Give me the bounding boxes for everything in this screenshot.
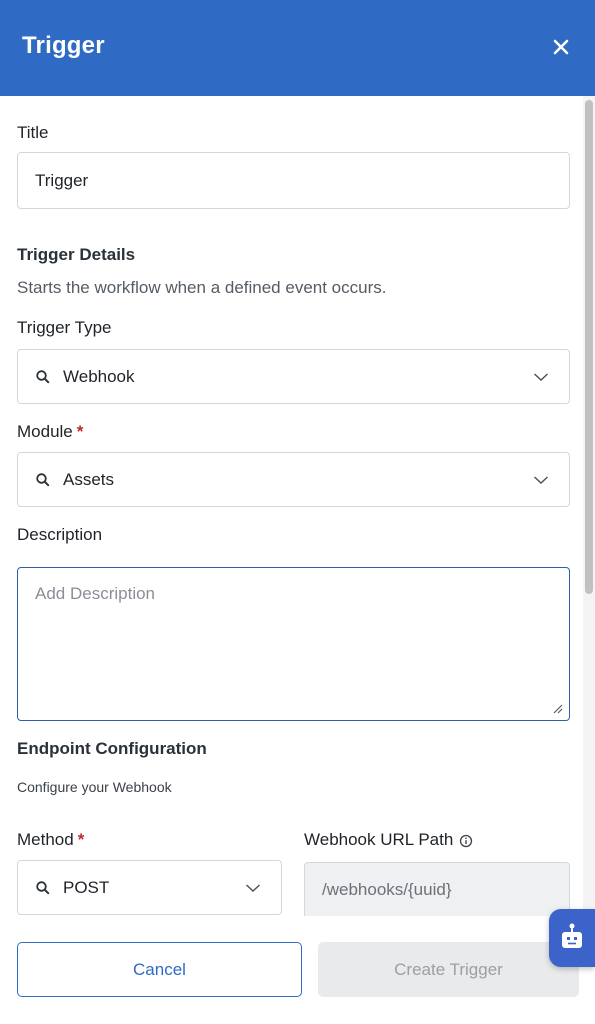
panel-header: Trigger <box>0 0 595 96</box>
scrollbar-thumb[interactable] <box>585 100 593 594</box>
trigger-type-select[interactable]: Webhook <box>17 349 570 404</box>
webhook-url-path-value: /webhooks/{uuid} <box>322 879 452 899</box>
scrollbar[interactable] <box>583 96 595 916</box>
title-input-value: Trigger <box>35 170 89 190</box>
trigger-type-value: Webhook <box>63 366 135 386</box>
create-trigger-button[interactable]: Create Trigger <box>318 942 579 997</box>
module-value: Assets <box>63 469 115 489</box>
description-label: Description <box>17 525 103 544</box>
method-label: Method * <box>17 830 84 850</box>
required-marker: * <box>76 422 84 441</box>
webhook-url-path-label: Webhook URL Path <box>304 830 473 850</box>
endpoint-config-helper: Configure your Webhook <box>17 779 172 795</box>
search-icon <box>35 472 51 488</box>
description-textarea[interactable]: Add Description <box>17 567 570 721</box>
search-icon <box>35 369 51 385</box>
required-marker: * <box>77 830 85 849</box>
panel-title: Trigger <box>22 32 105 59</box>
cancel-button[interactable]: Cancel <box>17 942 302 997</box>
webhook-url-path-field: /webhooks/{uuid} <box>304 862 570 916</box>
panel-footer: Cancel Create Trigger <box>0 916 595 1024</box>
chevron-down-icon <box>533 372 549 382</box>
search-icon <box>35 880 51 896</box>
trigger-details-helper: Starts the workflow when a defined event… <box>17 278 387 297</box>
title-input[interactable]: Trigger <box>17 152 570 209</box>
close-icon[interactable] <box>548 34 574 60</box>
title-label: Title <box>17 123 49 142</box>
form-scroll-area[interactable]: Title Trigger Trigger Details Starts the… <box>0 96 595 916</box>
resize-handle-icon[interactable] <box>551 702 563 714</box>
trigger-type-label: Trigger Type <box>17 318 112 337</box>
method-value: POST <box>63 877 110 897</box>
endpoint-config-heading: Endpoint Configuration <box>17 739 207 758</box>
assistant-bot-icon[interactable] <box>549 909 595 967</box>
trigger-details-heading: Trigger Details <box>17 245 136 264</box>
module-label: Module * <box>17 422 83 442</box>
method-select[interactable]: POST <box>17 860 282 915</box>
chevron-down-icon <box>245 883 261 893</box>
description-placeholder: Add Description <box>35 584 156 603</box>
module-select[interactable]: Assets <box>17 452 570 507</box>
chevron-down-icon <box>533 475 549 485</box>
webhook-url-path-label-text: Webhook URL Path <box>304 830 454 849</box>
method-label-text: Method <box>17 830 74 849</box>
info-icon[interactable] <box>459 834 473 848</box>
module-label-text: Module <box>17 422 73 441</box>
